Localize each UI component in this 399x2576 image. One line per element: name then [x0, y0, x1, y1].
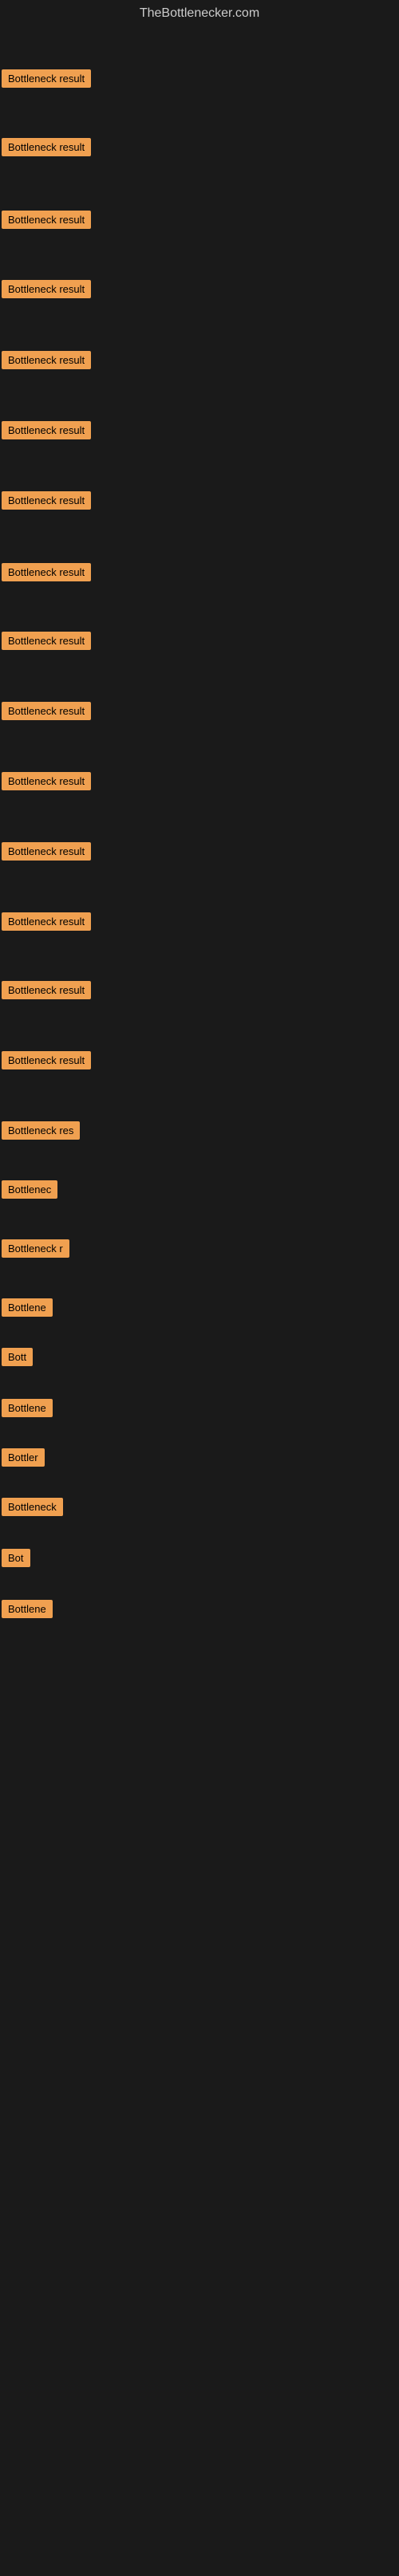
bottleneck-badge[interactable]: Bottleneck result	[2, 702, 91, 720]
bottleneck-badge[interactable]: Bottleneck result	[2, 211, 91, 229]
result-row[interactable]: Bottlenec	[2, 1180, 57, 1203]
bottleneck-badge[interactable]: Bottleneck result	[2, 421, 91, 439]
result-row[interactable]: Bottlene	[2, 1298, 53, 1321]
bottleneck-badge[interactable]: Bot	[2, 1549, 30, 1567]
results-container: Bottleneck result Bottleneck result Bottle…	[0, 24, 399, 2576]
result-row[interactable]: Bottleneck result	[2, 563, 91, 585]
bottleneck-badge[interactable]: Bottleneck result	[2, 912, 91, 931]
result-row[interactable]: Bottleneck result	[2, 632, 91, 654]
result-row[interactable]: Bottleneck result	[2, 69, 91, 92]
result-row[interactable]: Bottleneck	[2, 1498, 63, 1520]
result-row[interactable]: Bottleneck result	[2, 981, 91, 1003]
bottleneck-badge[interactable]: Bottleneck result	[2, 69, 91, 88]
result-row[interactable]: Bottleneck result	[2, 211, 91, 233]
result-row[interactable]: Bottleneck result	[2, 351, 91, 373]
bottleneck-badge[interactable]: Bottleneck result	[2, 772, 91, 790]
bottleneck-badge[interactable]: Bottleneck result	[2, 842, 91, 861]
result-row[interactable]: Bottleneck result	[2, 138, 91, 160]
bottleneck-badge[interactable]: Bottleneck res	[2, 1121, 80, 1140]
bottleneck-badge[interactable]: Bottlene	[2, 1600, 53, 1618]
bottleneck-badge[interactable]: Bottlenec	[2, 1180, 57, 1199]
result-row[interactable]: Bottleneck result	[2, 772, 91, 794]
bottleneck-badge[interactable]: Bottleneck result	[2, 981, 91, 999]
result-row[interactable]: Bottler	[2, 1448, 45, 1471]
bottleneck-badge[interactable]: Bottleneck result	[2, 280, 91, 298]
result-row[interactable]: Bottleneck result	[2, 912, 91, 935]
bottleneck-badge[interactable]: Bottleneck result	[2, 491, 91, 510]
bottleneck-badge[interactable]: Bottleneck result	[2, 351, 91, 369]
bottleneck-badge[interactable]: Bottlene	[2, 1298, 53, 1317]
bottleneck-badge[interactable]: Bottleneck result	[2, 563, 91, 581]
bottleneck-badge[interactable]: Bott	[2, 1348, 33, 1366]
result-row[interactable]: Bottleneck res	[2, 1121, 80, 1144]
result-row[interactable]: Bottleneck result	[2, 491, 91, 514]
site-title: TheBottlenecker.com	[0, 0, 399, 24]
result-row[interactable]: Bottlene	[2, 1600, 53, 1622]
result-row[interactable]: Bottleneck result	[2, 421, 91, 443]
result-row[interactable]: Bottleneck r	[2, 1239, 69, 1262]
result-row[interactable]: Bottleneck result	[2, 1051, 91, 1073]
result-row[interactable]: Bott	[2, 1348, 33, 1370]
bottleneck-badge[interactable]: Bottlene	[2, 1399, 53, 1417]
bottleneck-badge[interactable]: Bottleneck result	[2, 138, 91, 156]
result-row[interactable]: Bot	[2, 1549, 30, 1571]
bottleneck-badge[interactable]: Bottleneck result	[2, 1051, 91, 1069]
bottleneck-badge[interactable]: Bottleneck r	[2, 1239, 69, 1258]
result-row[interactable]: Bottleneck result	[2, 280, 91, 302]
bottleneck-badge[interactable]: Bottleneck	[2, 1498, 63, 1516]
result-row[interactable]: Bottleneck result	[2, 842, 91, 865]
bottleneck-badge[interactable]: Bottler	[2, 1448, 45, 1467]
bottleneck-badge[interactable]: Bottleneck result	[2, 632, 91, 650]
result-row[interactable]: Bottlene	[2, 1399, 53, 1421]
result-row[interactable]: Bottleneck result	[2, 702, 91, 724]
